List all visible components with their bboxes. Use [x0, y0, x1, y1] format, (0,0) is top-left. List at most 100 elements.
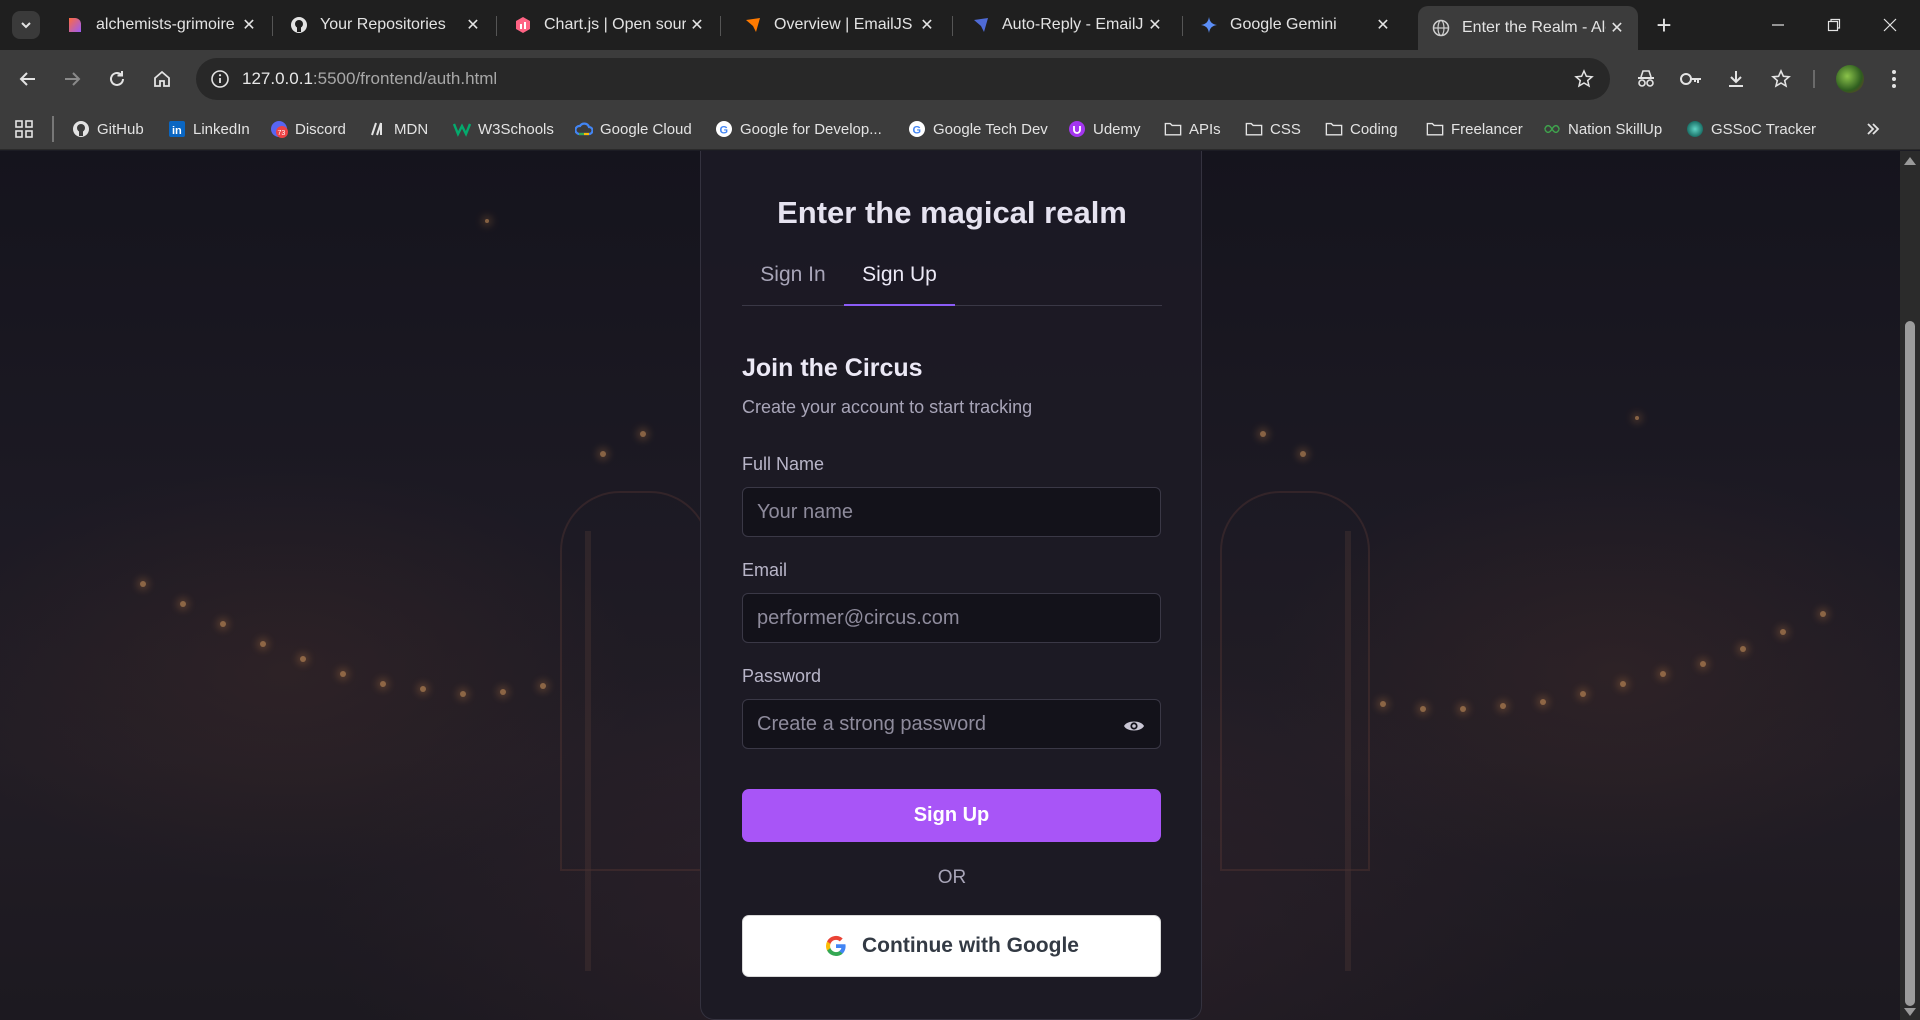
- string-light: [600, 451, 606, 457]
- scroll-thumb[interactable]: [1905, 321, 1915, 1006]
- bookmarks-overflow-icon[interactable]: [1864, 116, 1882, 142]
- bookmark-item[interactable]: GitHub: [72, 116, 144, 142]
- bookmark-item[interactable]: 73 Discord: [270, 116, 346, 142]
- close-tab-icon[interactable]: ✕: [1372, 14, 1394, 36]
- bookmark-label: GSSoC Tracker: [1711, 120, 1817, 138]
- address-bar[interactable]: 127.0.0.1:5500/frontend/auth.html: [196, 58, 1610, 100]
- restore-button[interactable]: [1814, 10, 1854, 40]
- bookmark-label: Google Tech Dev: [933, 120, 1048, 138]
- bookmark-item[interactable]: Freelancer: [1426, 116, 1523, 142]
- google-signin-button[interactable]: Continue with Google: [742, 915, 1161, 977]
- close-tab-icon[interactable]: ✕: [1144, 14, 1166, 36]
- tab-search-button[interactable]: [12, 11, 40, 39]
- browser-tab[interactable]: Your Repositories ✕: [276, 6, 494, 44]
- auth-tabs: Sign In Sign Up: [742, 263, 1162, 306]
- browser-tab-active[interactable]: Enter the Realm - Alc ✕: [1418, 6, 1638, 50]
- reload-button[interactable]: [103, 65, 131, 93]
- string-light: [140, 581, 146, 587]
- nation-skillup-icon: [1543, 120, 1561, 138]
- more-menu-icon[interactable]: [1880, 65, 1908, 93]
- sparkle: [1635, 416, 1639, 420]
- bookmark-item[interactable]: Coding: [1325, 116, 1398, 142]
- bookmark-item[interactable]: G Google Tech Dev: [908, 116, 1048, 142]
- mdn-icon: [369, 120, 387, 138]
- bookmark-label: Nation SkillUp: [1568, 120, 1663, 138]
- string-light: [1380, 701, 1386, 707]
- full-name-input[interactable]: [742, 487, 1161, 537]
- folder-icon: [1325, 120, 1343, 138]
- close-tab-icon[interactable]: ✕: [916, 14, 938, 36]
- string-light: [1660, 671, 1666, 677]
- bookmark-item[interactable]: W3Schools: [453, 116, 554, 142]
- tab-label: Overview | EmailJS: [774, 16, 913, 33]
- bookmarks-bar: GitHub in LinkedIn 73 Discord MDN W3Scho…: [0, 108, 1920, 150]
- scroll-up-arrow-icon[interactable]: [1904, 157, 1916, 165]
- profile-avatar[interactable]: [1836, 65, 1864, 93]
- password-input[interactable]: [742, 699, 1161, 749]
- favorites-icon[interactable]: [1767, 65, 1795, 93]
- string-light: [1300, 451, 1306, 457]
- w3schools-icon: [453, 120, 471, 138]
- or-divider: OR: [937, 867, 967, 888]
- download-icon[interactable]: [1722, 65, 1750, 93]
- site-info-icon[interactable]: [206, 65, 234, 93]
- browser-tab[interactable]: Chart.js | Open source ✕: [500, 6, 718, 44]
- discord-icon: 73: [270, 120, 288, 138]
- forward-button[interactable]: [58, 65, 86, 93]
- tab-separator: [952, 16, 953, 36]
- close-tab-icon[interactable]: ✕: [686, 14, 708, 36]
- close-tab-icon[interactable]: ✕: [462, 14, 484, 36]
- incognito-icon[interactable]: [1632, 65, 1660, 93]
- string-light: [540, 683, 546, 689]
- tab-separator: [496, 16, 497, 36]
- password-key-icon[interactable]: [1677, 65, 1705, 93]
- page-scrollbar[interactable]: [1900, 151, 1920, 1020]
- folder-icon: [1164, 120, 1182, 138]
- tab-label: alchemists-grimoire -: [96, 16, 238, 33]
- string-light: [1740, 646, 1746, 652]
- bookmark-item[interactable]: Nation SkillUp: [1543, 116, 1662, 142]
- tab-sign-up[interactable]: Sign Up: [844, 263, 955, 306]
- bookmark-item[interactable]: Google Cloud: [575, 116, 692, 142]
- auth-card: Enter the magical realm Sign In Sign Up …: [700, 151, 1202, 1020]
- back-button[interactable]: [14, 65, 42, 93]
- eye-icon[interactable]: [1122, 714, 1146, 738]
- bookmark-star-icon[interactable]: [1572, 67, 1596, 91]
- bookmark-item[interactable]: MDN: [369, 116, 428, 142]
- tab-label: Your Repositories: [320, 16, 446, 33]
- minimize-button[interactable]: [1758, 10, 1798, 40]
- google-cloud-icon: [575, 120, 593, 138]
- apps-grid-icon[interactable]: [14, 116, 34, 142]
- scroll-down-arrow-icon[interactable]: [1904, 1008, 1916, 1016]
- bookmark-label: W3Schools: [478, 120, 554, 138]
- browser-tab[interactable]: alchemists-grimoire - ✕: [52, 6, 270, 44]
- close-window-button[interactable]: [1870, 10, 1910, 40]
- bookmark-item[interactable]: APIs: [1164, 116, 1221, 142]
- sign-up-button[interactable]: Sign Up: [742, 789, 1161, 842]
- emailjs-icon: [972, 16, 990, 34]
- toolbar-separator: [1813, 70, 1815, 88]
- browser-tab[interactable]: Auto-Reply - EmailJS ✕: [958, 6, 1176, 44]
- emailjs-icon: [744, 16, 762, 34]
- new-tab-button[interactable]: +: [1650, 10, 1678, 40]
- close-tab-icon[interactable]: ✕: [238, 14, 260, 36]
- lovable-icon: [66, 16, 84, 34]
- home-button[interactable]: [148, 65, 176, 93]
- string-light: [220, 621, 226, 627]
- google-icon: G: [908, 120, 926, 138]
- browser-tab[interactable]: Overview | EmailJS ✕: [730, 6, 948, 44]
- bookmark-item[interactable]: G Google for Develop...: [715, 116, 882, 142]
- bookmark-item[interactable]: GSSoC Tracker: [1686, 116, 1816, 142]
- close-tab-icon[interactable]: ✕: [1606, 17, 1628, 39]
- browser-tab[interactable]: Google Gemini ✕: [1186, 6, 1404, 44]
- bookmark-item[interactable]: CSS: [1245, 116, 1301, 142]
- email-input[interactable]: [742, 593, 1161, 643]
- bookmark-item[interactable]: in LinkedIn: [168, 116, 250, 142]
- tab-label: Auto-Reply - EmailJS: [1002, 16, 1144, 33]
- chevron-down-icon: [21, 22, 31, 29]
- bookmark-label: Google Cloud: [600, 120, 692, 138]
- bookmark-item[interactable]: Udemy: [1068, 116, 1141, 142]
- linkedin-icon: in: [168, 120, 186, 138]
- tab-sign-in[interactable]: Sign In: [742, 263, 844, 306]
- url-text[interactable]: 127.0.0.1:5500/frontend/auth.html: [242, 69, 497, 89]
